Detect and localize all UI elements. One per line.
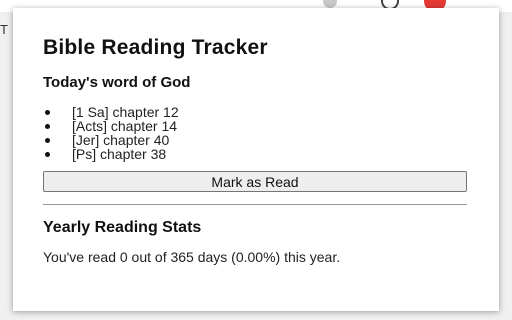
bullet-icon [45, 138, 50, 143]
list-item: [Acts] chapter 14 [43, 119, 467, 133]
list-item: [1 Sa] chapter 12 [43, 105, 467, 119]
extension-icon[interactable] [323, 0, 337, 8]
yearly-stats-text: You've read 0 out of 365 days (0.00%) th… [43, 249, 341, 265]
divider [43, 204, 467, 205]
reading-list: [1 Sa] chapter 12 [Acts] chapter 14 [Jer… [43, 105, 467, 161]
todays-word-heading: Today's word of God [43, 74, 191, 91]
bullet-icon [45, 124, 50, 129]
bullet-icon [45, 152, 50, 157]
page-background-text: T [0, 22, 8, 37]
popup-title: Bible Reading Tracker [43, 36, 268, 59]
bullet-icon [45, 110, 50, 115]
extension-popup: Bible Reading Tracker Today's word of Go… [13, 8, 499, 311]
reading-item-label: [Ps] chapter 38 [72, 146, 167, 162]
yearly-stats-heading: Yearly Reading Stats [43, 219, 202, 236]
list-item: [Ps] chapter 38 [43, 147, 467, 161]
mark-as-read-button[interactable]: Mark as Read [43, 171, 467, 192]
list-item: [Jer] chapter 40 [43, 133, 467, 147]
